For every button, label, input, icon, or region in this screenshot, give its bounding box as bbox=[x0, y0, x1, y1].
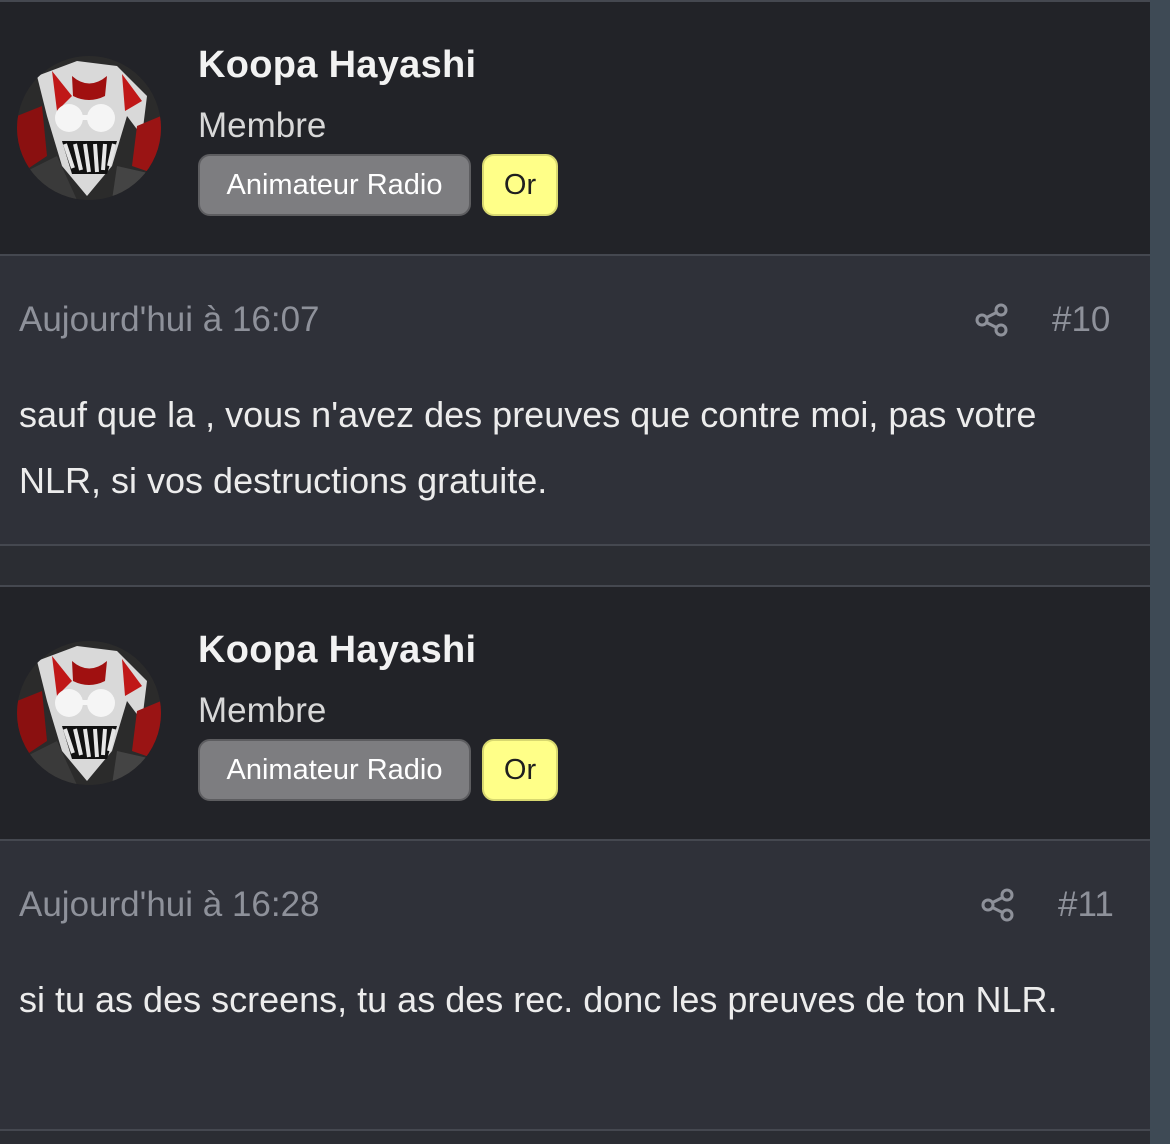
share-icon[interactable] bbox=[974, 302, 1010, 338]
post-message: sauf que la , vous n'avez des preuves qu… bbox=[19, 394, 1037, 501]
post-timestamp[interactable]: Aujourd'hui à 16:28 bbox=[19, 885, 320, 925]
user-badges: Animateur Radio Or bbox=[198, 154, 558, 216]
post-body: Aujourd'hui à 16:07 #10 sauf que la , vo… bbox=[0, 256, 1150, 546]
post-11: Koopa Hayashi Membre Animateur Radio Or … bbox=[0, 585, 1150, 1131]
user-badges: Animateur Radio Or bbox=[198, 739, 558, 801]
author-name[interactable]: Koopa Hayashi bbox=[198, 629, 476, 672]
post-author-header: Koopa Hayashi Membre Animateur Radio Or bbox=[0, 2, 1150, 256]
badge-animateur-radio: Animateur Radio bbox=[198, 739, 471, 801]
badge-or: Or bbox=[482, 154, 558, 216]
post-message: si tu as des screens, tu as des rec. don… bbox=[19, 979, 1058, 1020]
post-number[interactable]: #10 bbox=[1052, 300, 1110, 340]
author-name[interactable]: Koopa Hayashi bbox=[198, 44, 476, 87]
avatar[interactable] bbox=[17, 641, 161, 785]
author-role: Membre bbox=[198, 691, 327, 730]
author-role: Membre bbox=[198, 106, 327, 145]
avatar[interactable] bbox=[17, 56, 161, 200]
badge-or: Or bbox=[482, 739, 558, 801]
post-body: Aujourd'hui à 16:28 #11 si tu as des scr… bbox=[0, 841, 1150, 1131]
share-icon[interactable] bbox=[980, 887, 1016, 923]
post-number[interactable]: #11 bbox=[1058, 885, 1114, 925]
post-separator bbox=[0, 548, 1150, 584]
post-author-header: Koopa Hayashi Membre Animateur Radio Or bbox=[0, 587, 1150, 841]
badge-animateur-radio: Animateur Radio bbox=[198, 154, 471, 216]
thread-page: Koopa Hayashi Membre Animateur Radio Or … bbox=[0, 0, 1170, 1144]
post-timestamp[interactable]: Aujourd'hui à 16:07 bbox=[19, 300, 320, 340]
post-10: Koopa Hayashi Membre Animateur Radio Or … bbox=[0, 0, 1150, 546]
page-edge bbox=[1150, 0, 1170, 1144]
